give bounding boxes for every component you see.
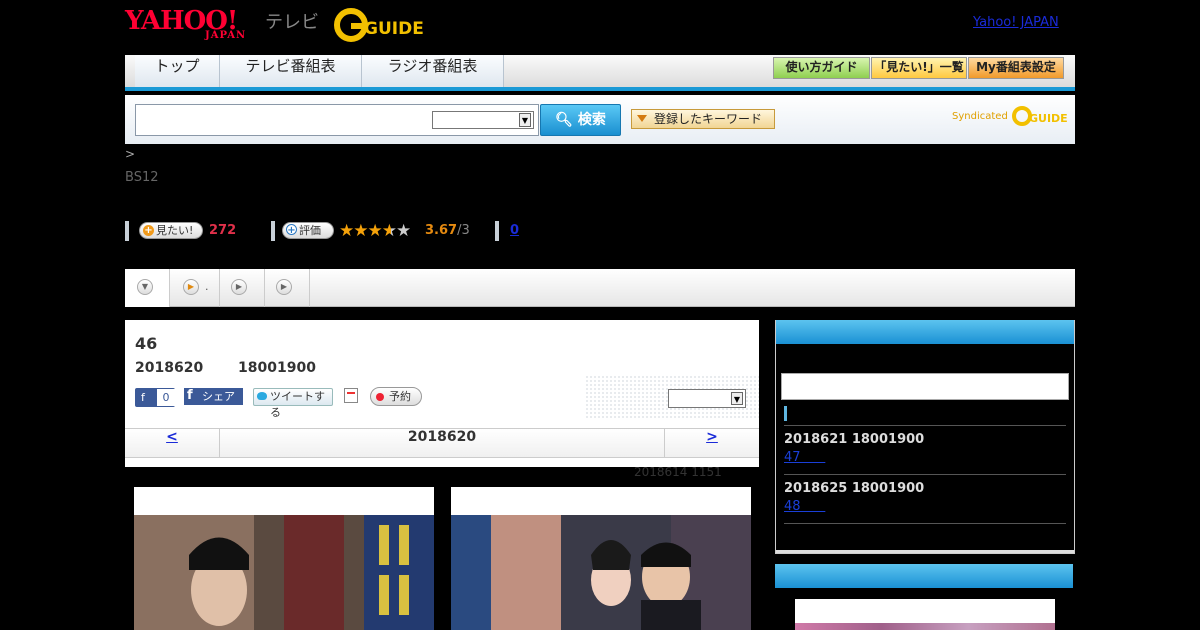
search-category-select[interactable]: ▼ [432, 111, 534, 129]
guide-button[interactable]: 使い方ガイド [773, 57, 870, 79]
related-thumbnail[interactable] [795, 599, 1055, 630]
pager-date: 2018620 [407, 429, 477, 445]
tab-label: . [205, 280, 209, 293]
page: YAHOO! JAPAN テレビ GUIDE Yahoo! JAPAN トップ … [0, 0, 1200, 630]
panel-footer [776, 550, 1074, 553]
record-icon [376, 393, 384, 401]
saved-keywords-label: 登録したキーワード [654, 112, 763, 126]
episode-pager: < 2018620 > [125, 428, 759, 458]
divider [271, 221, 275, 241]
star-rating-icon: ★★★★★ [339, 221, 411, 241]
chevron-down-icon: ▼ [731, 392, 743, 405]
broadcast-datetime: 2018621 18001900 [784, 432, 925, 447]
recorder-select[interactable]: ▼ [668, 389, 746, 408]
gguide-small-icon: GUIDE [1012, 106, 1068, 126]
tab-program-info[interactable]: ▼ [125, 269, 170, 307]
episode-date: 2018620 [135, 360, 204, 376]
search-button-label: 検索 [577, 112, 606, 128]
gguide-logo-icon: GUIDE [334, 8, 424, 42]
score-total: /3 [457, 223, 470, 238]
play-icon: ▶ [231, 279, 247, 295]
review-label: 評価 [299, 224, 321, 237]
want-to-watch-button[interactable]: + 見たい! [139, 222, 203, 239]
review-count-link[interactable]: 0 [510, 223, 519, 238]
program-photo[interactable] [134, 487, 434, 630]
next-episode-link[interactable]: > [664, 429, 759, 457]
tweet-button[interactable]: ツイートする [253, 388, 333, 419]
yahoo-japan-logo[interactable]: YAHOO! JAPAN [125, 6, 263, 42]
list-item: 2018625 18001900 48 [784, 474, 1066, 514]
channel-name: BS12 [125, 170, 159, 185]
facebook-share-button[interactable]: f シェア [184, 388, 243, 405]
breadcrumb[interactable]: > [125, 147, 135, 161]
svg-text:GUIDE: GUIDE [364, 19, 424, 39]
panel-header [776, 320, 1074, 344]
tab-cast[interactable]: ▶ [265, 269, 310, 307]
play-icon: ▶ [276, 279, 292, 295]
saved-keywords-button[interactable]: 登録したキーワード [631, 109, 775, 129]
tweet-label: ツイートする [270, 390, 325, 419]
facebook-like-button[interactable]: f 0 [135, 388, 175, 407]
episode-title: 46 [135, 334, 158, 353]
yahoo-japan-link[interactable]: Yahoo! JAPAN [973, 15, 1059, 30]
facebook-share-label: シェア [202, 390, 235, 403]
rating-score: 3.67/3 [425, 223, 470, 238]
thumbnail-image [795, 623, 1055, 630]
yahoo-logo-sub: JAPAN [205, 30, 247, 41]
want-count: 272 [209, 223, 237, 238]
want-list-button[interactable]: 「見たい!」一覧 [871, 57, 967, 79]
nav-tab-tv-guide[interactable]: テレビ番組表 [220, 55, 362, 87]
nav-tab-radio-guide[interactable]: ラジオ番組表 [362, 55, 504, 87]
play-icon: ▶ [183, 279, 199, 295]
facebook-icon: f [141, 391, 145, 404]
chevron-down-icon: ▼ [519, 113, 531, 127]
twitter-bird-icon [257, 392, 267, 400]
calendar-icon[interactable] [344, 388, 358, 403]
svg-text:GUIDE: GUIDE [1029, 112, 1067, 125]
broadcast-datetime: 2018625 18001900 [784, 481, 925, 496]
reserve-label: 予約 [389, 390, 411, 403]
tv-label: テレビ [265, 12, 319, 33]
updated-timestamp: 2018614 1151 [634, 465, 722, 479]
main-nav: トップ テレビ番組表 ラジオ番組表 使い方ガイド 「見たい!」一覧 My番組表設… [125, 55, 1075, 91]
chevron-down-icon: ▼ [137, 279, 153, 295]
syndicated-gguide-logo: Syndicated GUIDE [952, 105, 1068, 127]
program-tabs: ▼ ▶ . ▶ ▶ [125, 269, 1075, 307]
program-photo[interactable] [451, 487, 751, 630]
episode-time: 18001900 [238, 360, 316, 376]
want-label: 見たい! [156, 224, 194, 237]
sidebar-related-panel [775, 564, 1075, 630]
gguide-logo[interactable]: GUIDE [334, 8, 434, 42]
list-item: 2018621 18001900 47 [784, 425, 1066, 465]
plus-icon: + [143, 225, 154, 236]
episode-panel: 46 2018620 18001900 f 0 f シェア ツイートする 予約 … [125, 320, 759, 467]
divider [495, 221, 499, 241]
search-icon: 🔍︎ [555, 112, 573, 128]
upcoming-broadcasts-panel: 2018621 18001900 47 2018625 18001900 48 [775, 320, 1075, 554]
previous-episode-link[interactable]: < [125, 429, 220, 457]
panel-header [775, 564, 1073, 588]
search-bar: ▼ 🔍︎ 検索 登録したキーワード Syndicated GUIDE [125, 95, 1075, 144]
divider [125, 221, 129, 241]
tab-reviews[interactable]: ▶ [220, 269, 265, 307]
episode-link[interactable]: 47 [784, 450, 825, 465]
facebook-icon: f [187, 388, 193, 403]
nav-tab-top[interactable]: トップ [135, 55, 220, 87]
reserve-recording-button[interactable]: 予約 [370, 387, 422, 406]
facebook-like-count: 0 [157, 389, 175, 406]
search-button[interactable]: 🔍︎ 検索 [540, 104, 621, 136]
divider [784, 523, 1066, 524]
triangle-down-icon [637, 115, 647, 122]
review-button[interactable]: + 評価 [282, 222, 334, 239]
sidebar-input[interactable] [781, 373, 1069, 400]
tab-episodes[interactable]: ▶ . [170, 269, 220, 307]
my-guide-settings-button[interactable]: My番組表設定 [968, 57, 1064, 79]
plus-icon: + [286, 224, 297, 236]
program-photo-image [134, 515, 434, 630]
section-marker [784, 406, 787, 421]
episode-link[interactable]: 48 [784, 499, 825, 514]
program-photo-image [451, 515, 751, 630]
score-value: 3.67 [425, 223, 458, 238]
syndicated-text: Syndicated [952, 111, 1008, 122]
